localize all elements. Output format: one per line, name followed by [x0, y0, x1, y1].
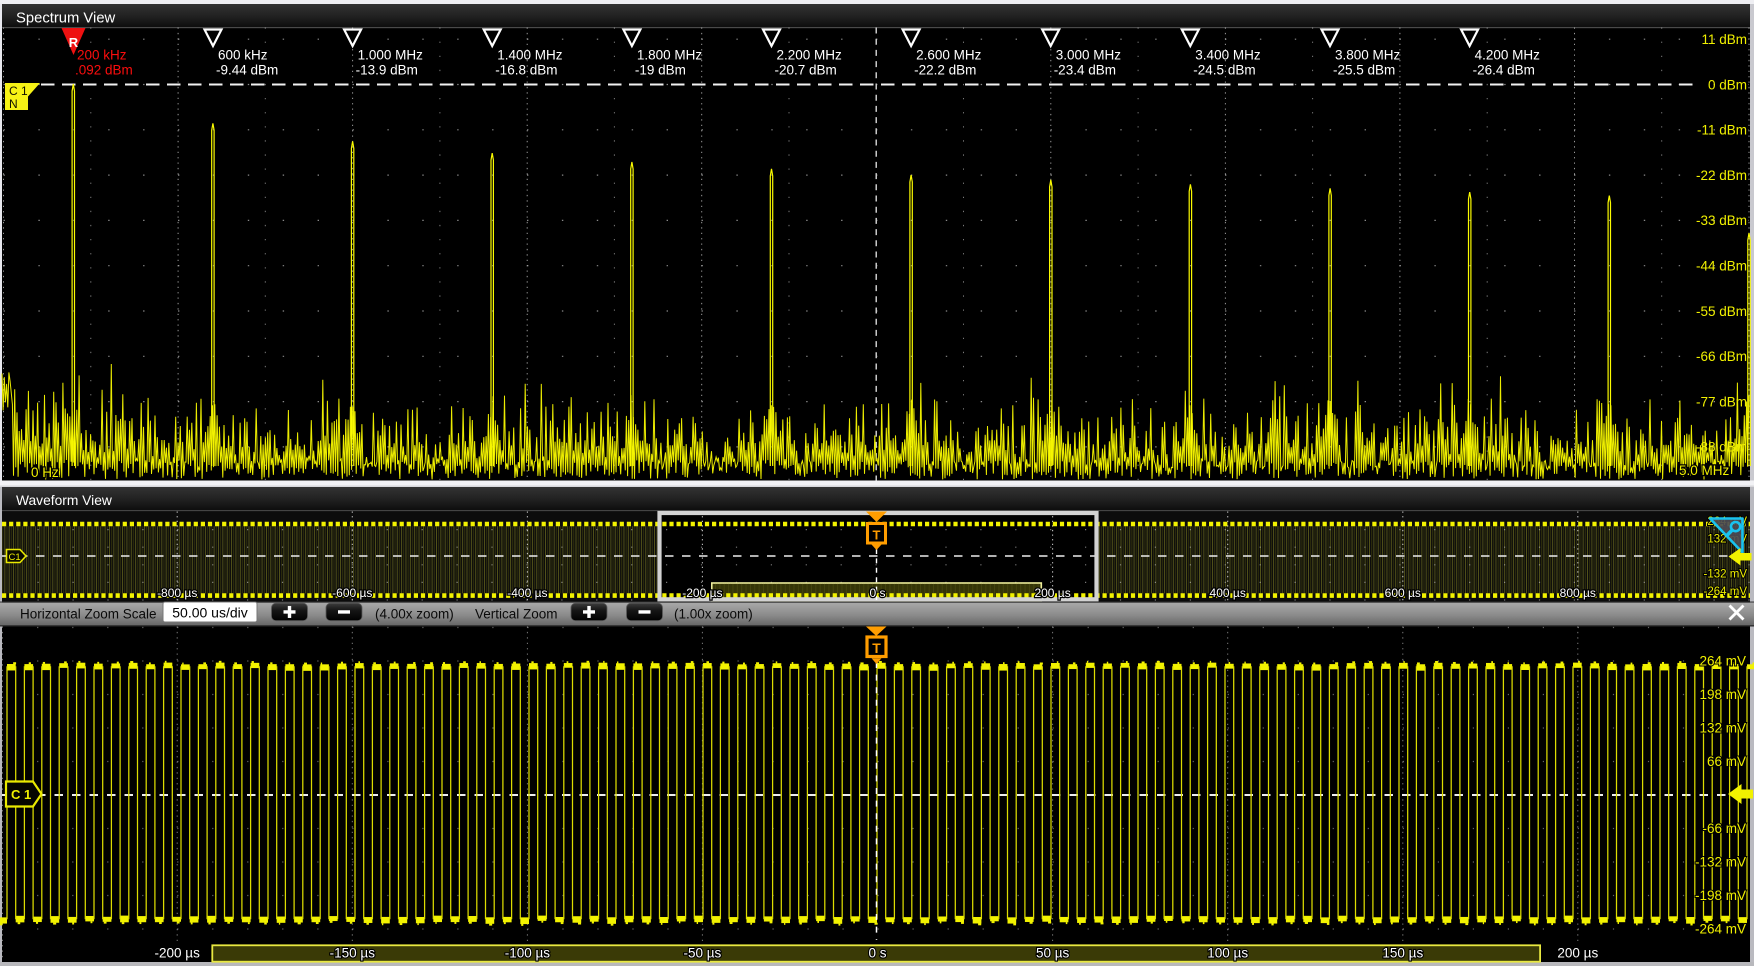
svg-text:600 µs: 600 µs — [1385, 586, 1421, 600]
svg-text:-66 mV: -66 mV — [1702, 821, 1746, 836]
svg-text:Spectrum View: Spectrum View — [16, 11, 116, 27]
svg-text:T: T — [873, 528, 881, 543]
svg-text:C 1: C 1 — [11, 787, 31, 802]
svg-text:-200 µs: -200 µs — [682, 586, 722, 600]
svg-text:-22 dBm: -22 dBm — [1696, 168, 1747, 183]
svg-text:200 µs: 200 µs — [1034, 586, 1070, 600]
svg-text:66 mV: 66 mV — [1707, 754, 1746, 769]
svg-text:-77 dBm: -77 dBm — [1696, 394, 1747, 409]
svg-text:T: T — [872, 640, 881, 656]
svg-text:-23.4 dBm: -23.4 dBm — [1054, 63, 1116, 78]
svg-text:800 µs: 800 µs — [1560, 586, 1596, 600]
svg-text:0 Hz: 0 Hz — [31, 465, 59, 480]
svg-text:-19 dBm: -19 dBm — [635, 63, 686, 78]
svg-text:-22.2 dBm: -22.2 dBm — [914, 63, 976, 78]
svg-text:400 µs: 400 µs — [1210, 586, 1246, 600]
svg-text:-100 µs: -100 µs — [505, 946, 551, 961]
svg-text:-264 mV: -264 mV — [1704, 586, 1748, 598]
svg-text:-11 dBm: -11 dBm — [1697, 123, 1747, 138]
svg-text:198 mV: 198 mV — [1699, 687, 1746, 702]
svg-text:100 µs: 100 µs — [1207, 946, 1248, 961]
svg-text:-50 µs: -50 µs — [684, 946, 722, 961]
svg-text:-88 dBm: -88 dBm — [1696, 440, 1747, 455]
svg-text:-200 µs: -200 µs — [155, 946, 201, 961]
svg-text:1.000 MHz: 1.000 MHz — [358, 48, 424, 63]
svg-text:132 mV: 132 mV — [1699, 721, 1746, 736]
svg-text:-132 mV: -132 mV — [1704, 569, 1748, 581]
svg-text:Waveform View: Waveform View — [16, 493, 112, 508]
svg-text:200 kHz: 200 kHz — [77, 48, 127, 63]
svg-text:4.200 MHz: 4.200 MHz — [1475, 48, 1541, 63]
svg-text:-150 µs: -150 µs — [330, 946, 376, 961]
svg-text:-16.8 dBm: -16.8 dBm — [495, 63, 557, 78]
svg-text:-24.5 dBm: -24.5 dBm — [1193, 63, 1255, 78]
svg-text:600 kHz: 600 kHz — [218, 48, 268, 63]
svg-text:2.200 MHz: 2.200 MHz — [777, 48, 843, 63]
svg-text:-55 dBm: -55 dBm — [1696, 304, 1747, 319]
svg-text:-44 dBm: -44 dBm — [1696, 259, 1747, 274]
svg-text:-66 dBm: -66 dBm — [1696, 349, 1747, 364]
svg-text:2.600 MHz: 2.600 MHz — [916, 48, 982, 63]
svg-text:3.400 MHz: 3.400 MHz — [1195, 48, 1261, 63]
svg-text:-600 µs: -600 µs — [332, 586, 372, 600]
svg-text:(4.00x zoom): (4.00x zoom) — [375, 607, 454, 622]
svg-text:Vertical Zoom: Vertical Zoom — [475, 607, 558, 622]
svg-text:50 µs: 50 µs — [1036, 946, 1070, 961]
svg-text:C1: C1 — [9, 552, 21, 563]
svg-text:-25.5 dBm: -25.5 dBm — [1333, 63, 1395, 78]
svg-text:-13.9 dBm: -13.9 dBm — [356, 63, 418, 78]
svg-text:1.400 MHz: 1.400 MHz — [497, 48, 563, 63]
svg-text:264 mV: 264 mV — [1699, 654, 1746, 669]
svg-text:Horizontal Zoom Scale: Horizontal Zoom Scale — [20, 607, 157, 622]
svg-text:1.800 MHz: 1.800 MHz — [637, 48, 703, 63]
svg-text:0 s: 0 s — [869, 586, 885, 600]
svg-text:-9.44 dBm: -9.44 dBm — [216, 63, 278, 78]
svg-text:5.0 MHz: 5.0 MHz — [1679, 463, 1730, 478]
svg-text:-20.7 dBm: -20.7 dBm — [775, 63, 837, 78]
svg-text:0 s: 0 s — [868, 946, 886, 961]
svg-text:200 µs: 200 µs — [1557, 946, 1598, 961]
svg-text:-132 mV: -132 mV — [1695, 855, 1746, 870]
svg-text:-400 µs: -400 µs — [507, 586, 547, 600]
svg-text:.092 dBm: .092 dBm — [75, 63, 133, 78]
svg-text:C 1: C 1 — [9, 84, 28, 98]
svg-text:-33 dBm: -33 dBm — [1696, 213, 1747, 228]
svg-text:-26.4 dBm: -26.4 dBm — [1473, 63, 1535, 78]
svg-text:3.000 MHz: 3.000 MHz — [1056, 48, 1122, 63]
svg-text:11 dBm: 11 dBm — [1701, 32, 1747, 47]
svg-text:-800 µs: -800 µs — [157, 586, 197, 600]
svg-text:-264 mV: -264 mV — [1695, 922, 1746, 937]
svg-text:0 dBm: 0 dBm — [1708, 77, 1747, 92]
svg-text:(1.00x zoom): (1.00x zoom) — [674, 607, 753, 622]
svg-text:3.800 MHz: 3.800 MHz — [1335, 48, 1401, 63]
svg-text:50.00 us/div: 50.00 us/div — [172, 605, 248, 621]
svg-text:N: N — [9, 97, 18, 111]
svg-text:150 µs: 150 µs — [1382, 946, 1423, 961]
svg-text:-198 mV: -198 mV — [1695, 888, 1746, 903]
